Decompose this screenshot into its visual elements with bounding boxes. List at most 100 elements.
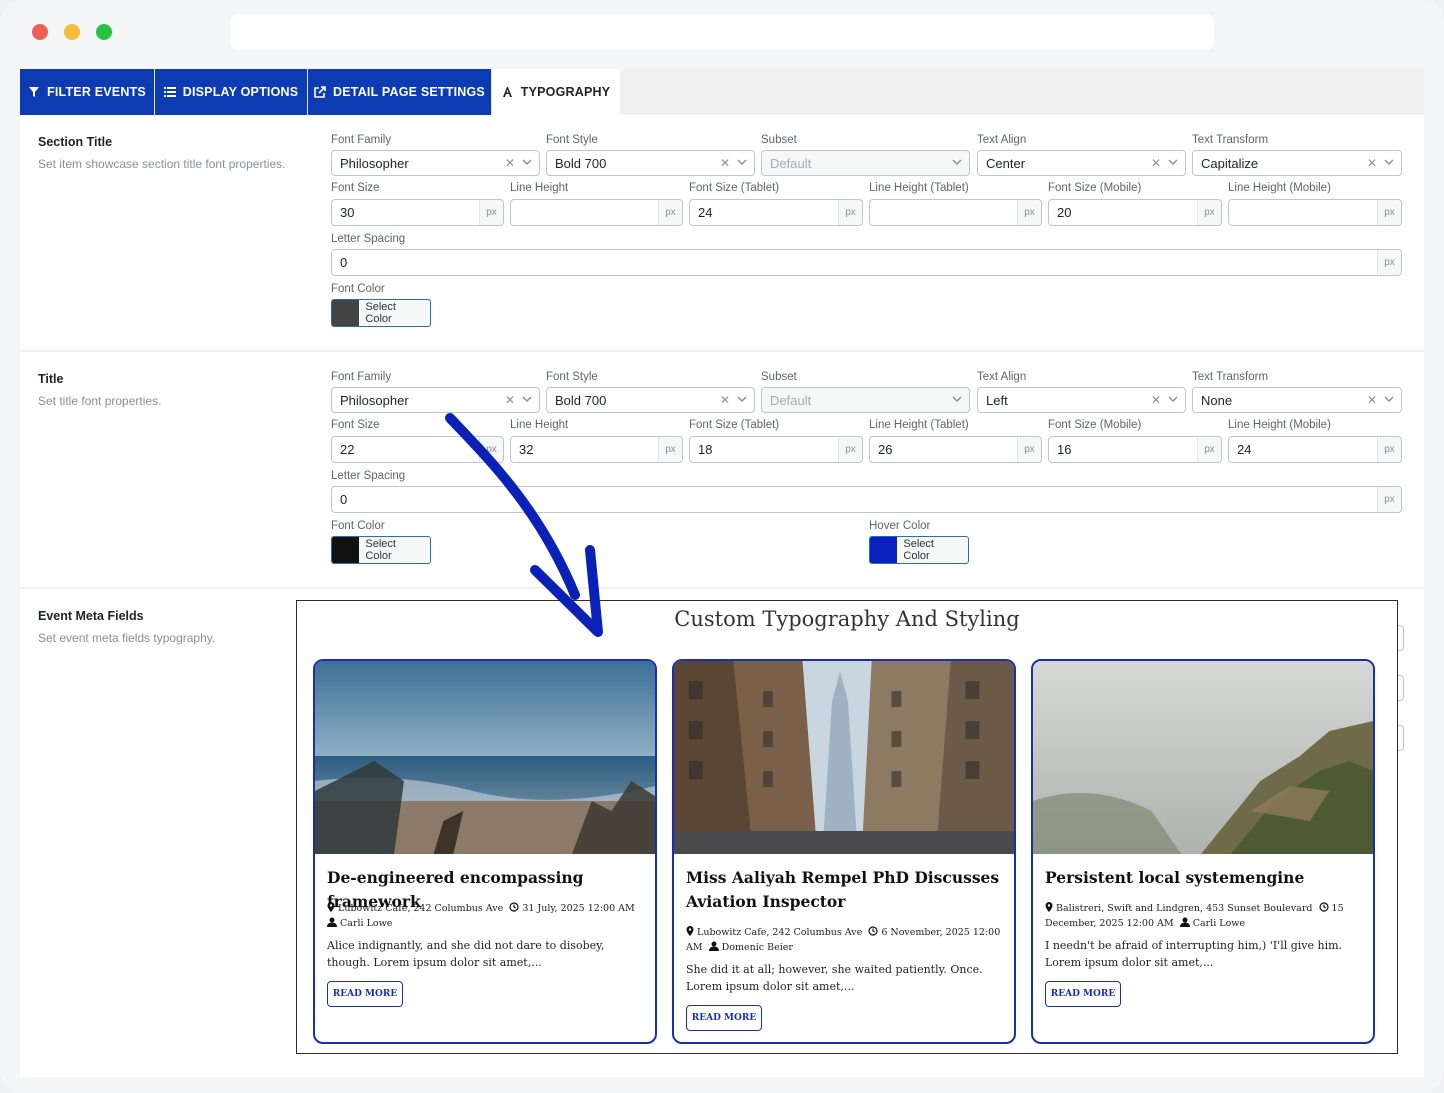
color-swatch	[332, 300, 360, 326]
unit-label: px	[658, 437, 682, 462]
subset-label: Subset	[761, 134, 797, 146]
hover-color-picker[interactable]: Select Color	[869, 536, 969, 564]
font-size-mobile-input[interactable]: 16 px	[1048, 436, 1222, 463]
font-color-picker[interactable]: Select Color	[331, 299, 431, 327]
unit-label: px	[1017, 437, 1041, 462]
text-transform-label: Text Transform	[1192, 134, 1269, 146]
read-more-button[interactable]: READ MORE	[1045, 981, 1121, 1007]
typography-preview: Custom Typography And Styling De-enginee…	[296, 600, 1398, 1054]
chevron-down-icon	[737, 396, 747, 403]
text-align-label: Text Align	[977, 371, 1027, 383]
line-height-tablet-input[interactable]: px	[869, 199, 1042, 226]
chevron-down-icon	[1384, 396, 1394, 403]
font-size-mobile-input[interactable]: 20 px	[1048, 199, 1222, 226]
line-height-tablet-label: Line Height (Tablet)	[869, 182, 969, 194]
text-align-select[interactable]: Left ✕	[977, 387, 1186, 413]
event-title[interactable]: Miss Aaliyah Rempel PhD Discusses Aviati…	[686, 866, 1004, 914]
chevron-down-icon	[952, 159, 962, 166]
text-align-select[interactable]: Center ✕	[977, 150, 1186, 176]
city-street-image	[674, 661, 1014, 854]
address-bar[interactable]	[230, 14, 1214, 50]
select-color-label: Select Color	[365, 301, 396, 325]
clear-icon[interactable]: ✕	[1151, 156, 1161, 170]
input-value: 26	[878, 442, 893, 457]
unit-label: px	[1377, 487, 1401, 512]
read-more-button[interactable]: READ MORE	[686, 1005, 762, 1031]
tab-label: FILTER EVENTS	[47, 85, 146, 99]
select-value: Default	[770, 392, 812, 408]
clear-icon[interactable]: ✕	[1367, 156, 1377, 170]
subset-select[interactable]: Default	[761, 387, 970, 413]
event-card[interactable]: Miss Aaliyah Rempel PhD Discusses Aviati…	[672, 659, 1016, 1044]
font-size-mobile-label: Font Size (Mobile)	[1048, 182, 1142, 194]
font-size-input[interactable]: 30 px	[331, 199, 504, 226]
font-color-picker[interactable]: Select Color	[331, 536, 431, 564]
minimize-window-dot[interactable]	[64, 24, 80, 40]
text-transform-select[interactable]: None ✕	[1192, 387, 1402, 413]
line-height-mobile-input[interactable]: px	[1228, 199, 1402, 226]
font-size-label: Font Size	[331, 182, 380, 194]
input-value: 22	[340, 442, 355, 457]
line-height-mobile-input[interactable]: 24 px	[1228, 436, 1402, 463]
letter-spacing-input[interactable]: 0 px	[331, 249, 1402, 276]
filter-icon	[29, 87, 40, 97]
input-value: 24	[698, 205, 713, 220]
clock-icon	[1318, 902, 1329, 912]
event-meta: Lubowitz Cafe, 242 Columbus Ave 31 July,…	[327, 901, 647, 931]
chevron-down-icon	[1168, 396, 1178, 403]
chevron-down-icon	[952, 396, 962, 403]
tab-detail-page-settings[interactable]: DETAIL PAGE SETTINGS	[308, 69, 492, 115]
select-value: None	[1201, 392, 1233, 408]
chevron-down-icon	[1168, 159, 1178, 166]
clear-icon[interactable]: ✕	[1367, 393, 1377, 407]
font-color-label: Font Color	[331, 520, 385, 532]
unit-label: px	[1377, 250, 1401, 275]
input-value: 30	[340, 205, 355, 220]
tab-label: TYPOGRAPHY	[520, 85, 611, 99]
user-icon	[327, 917, 337, 927]
text-transform-select[interactable]: Capitalize ✕	[1192, 150, 1402, 176]
subset-select[interactable]: Default	[761, 150, 970, 176]
event-author: Carli Lowe	[340, 918, 393, 929]
event-location: Balistreri, Swift and Lindgren, 453 Suns…	[1056, 903, 1313, 914]
location-icon	[1045, 902, 1053, 912]
line-height-tablet-label: Line Height (Tablet)	[869, 419, 969, 431]
font-size-tablet-input[interactable]: 24 px	[689, 199, 863, 226]
font-size-tablet-input[interactable]: 18 px	[689, 436, 863, 463]
select-value: Bold 700	[555, 155, 607, 171]
clear-icon[interactable]: ✕	[720, 393, 730, 407]
line-height-tablet-input[interactable]: 26 px	[869, 436, 1042, 463]
event-title[interactable]: Persistent local systemengine	[1045, 866, 1363, 890]
font-style-label: Font Style	[546, 371, 598, 383]
event-card[interactable]: De-engineered encompassing framework Lub…	[313, 659, 657, 1044]
line-height-mobile-label: Line Height (Mobile)	[1228, 419, 1331, 431]
tab-display-options[interactable]: DISPLAY OPTIONS	[155, 69, 308, 115]
clear-icon[interactable]: ✕	[720, 156, 730, 170]
subset-label: Subset	[761, 371, 797, 383]
read-more-button[interactable]: READ MORE	[327, 981, 403, 1007]
unit-label: px	[658, 200, 682, 225]
section-description: Set title font properties.	[38, 394, 162, 408]
input-value: 0	[340, 492, 348, 507]
clear-icon[interactable]: ✕	[505, 156, 515, 170]
line-height-input[interactable]: px	[510, 199, 683, 226]
tab-typography[interactable]: TYPOGRAPHY	[492, 69, 620, 115]
font-icon	[502, 87, 512, 97]
event-card[interactable]: Persistent local systemengine Balistreri…	[1031, 659, 1375, 1044]
font-family-select[interactable]: Philosopher ✕	[331, 150, 540, 176]
close-window-dot[interactable]	[32, 24, 48, 40]
maximize-window-dot[interactable]	[96, 24, 112, 40]
font-style-select[interactable]: Bold 700 ✕	[546, 150, 755, 176]
list-icon	[163, 87, 176, 97]
select-value: Default	[770, 155, 812, 171]
section-heading: Title	[38, 372, 64, 386]
unit-label: px	[1017, 200, 1041, 225]
event-meta: Lubowitz Cafe, 242 Columbus Ave 6 Novemb…	[686, 925, 1006, 955]
clear-icon[interactable]: ✕	[1151, 393, 1161, 407]
tab-bar: FILTER EVENTS DISPLAY OPTIONS DETAIL PAG…	[20, 69, 1424, 115]
input-value: 16	[1057, 442, 1072, 457]
external-link-icon	[314, 86, 326, 98]
tab-filter-events[interactable]: FILTER EVENTS	[20, 69, 155, 115]
hover-color-label: Hover Color	[869, 520, 931, 532]
event-date: 31 July, 2025 12:00 AM	[522, 903, 635, 914]
